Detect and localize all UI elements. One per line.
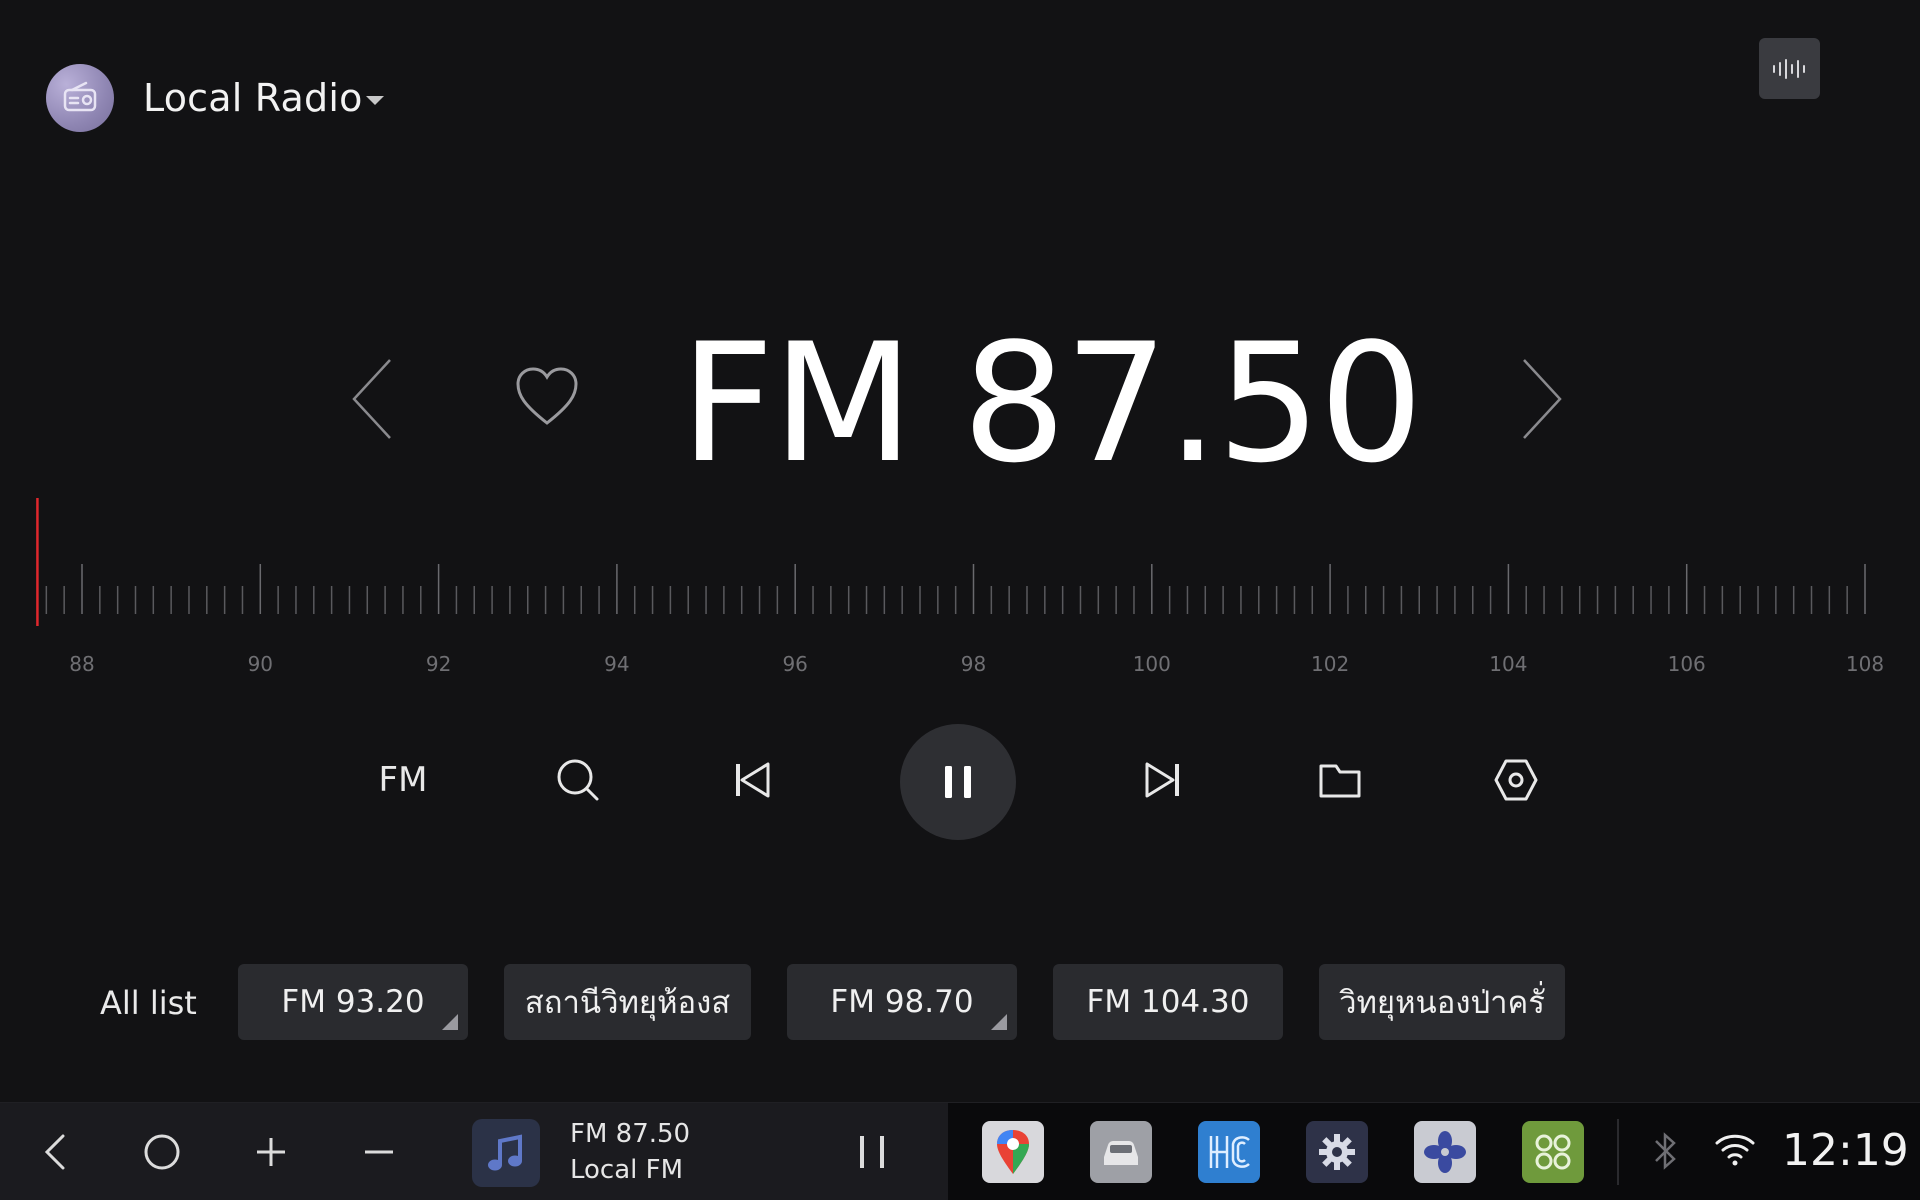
folder-icon	[1319, 764, 1361, 798]
preset-list: All list FM 93.20 สถานีวิทยุห้องส FM 98.…	[0, 962, 1920, 1042]
band-toggle-button[interactable]: FM	[353, 720, 453, 840]
dial-label: 102	[1311, 652, 1350, 676]
pause-icon	[860, 1136, 884, 1168]
preset-label: วิทยุหนองป่าครั่	[1339, 985, 1545, 1021]
pause-button[interactable]	[900, 724, 1016, 840]
next-station-arrow-icon[interactable]	[1520, 358, 1564, 444]
now-playing-subtitle: Local FM	[570, 1155, 684, 1185]
dock-left-panel: FM 87.50 Local FM	[0, 1103, 948, 1200]
back-arrow-icon	[44, 1134, 65, 1170]
dial-label: 88	[69, 652, 95, 676]
wifi-icon[interactable]	[1714, 1131, 1756, 1171]
dial-label: 92	[425, 652, 452, 676]
status-clock: 12:19	[1782, 1125, 1909, 1176]
preset-station-1[interactable]: FM 93.20	[238, 964, 468, 1040]
preset-station-4[interactable]: FM 104.30	[1053, 964, 1283, 1040]
skip-next-icon	[1145, 762, 1179, 798]
volume-up-button[interactable]	[231, 1103, 311, 1200]
dial-label: 96	[782, 652, 808, 676]
previous-button[interactable]	[702, 720, 802, 840]
search-icon	[557, 759, 599, 801]
settings-app-icon[interactable]	[1306, 1121, 1368, 1183]
dial-label: 100	[1132, 652, 1171, 676]
hexagon-settings-icon	[1494, 759, 1538, 801]
music-note-icon	[488, 1134, 522, 1171]
dial-label: 90	[247, 652, 274, 676]
folder-button[interactable]	[1290, 720, 1390, 840]
top-bar: Local Radio	[0, 0, 1920, 200]
preset-label: สถานีวิทยุห้องส	[524, 985, 731, 1021]
pause-icon	[945, 766, 971, 798]
preset-label: FM 98.70	[830, 984, 974, 1020]
preset-station-5[interactable]: วิทยุหนองป่าครั่	[1319, 964, 1565, 1040]
settings-button[interactable]	[1466, 720, 1566, 840]
source-title[interactable]: Local Radio	[143, 76, 363, 120]
preset-station-3[interactable]: FM 98.70	[787, 964, 1017, 1040]
dock-right-panel: 12:19	[948, 1103, 1920, 1200]
fan-app-icon[interactable]	[1414, 1121, 1476, 1183]
home-circle-icon	[144, 1134, 180, 1170]
current-frequency: FM 87.50	[680, 308, 1423, 499]
source-dropdown-caret-icon[interactable]	[366, 96, 384, 105]
frequency-row: FM 87.50	[0, 300, 1920, 500]
bluetooth-icon[interactable]	[1652, 1129, 1680, 1177]
now-playing-title: FM 87.50	[570, 1119, 691, 1149]
preset-label: FM 93.20	[281, 984, 425, 1020]
preset-corner-indicator	[991, 1014, 1007, 1030]
bottom-dock: FM 87.50 Local FM 12:19	[0, 1102, 1920, 1200]
skip-previous-icon	[736, 762, 770, 798]
preset-label: FM 104.30	[1086, 984, 1250, 1020]
dial-label: 104	[1489, 652, 1528, 676]
next-button[interactable]	[1113, 720, 1213, 840]
minus-icon	[365, 1150, 393, 1154]
car-app-icon[interactable]	[1090, 1121, 1152, 1183]
all-list-link[interactable]: All list	[100, 984, 197, 1022]
preset-corner-indicator	[442, 1014, 458, 1030]
dial-label: 106	[1667, 652, 1706, 676]
dial-label: 98	[960, 652, 987, 676]
search-button[interactable]	[528, 720, 628, 840]
dial-label: 108	[1845, 652, 1885, 676]
previous-station-arrow-icon[interactable]	[350, 358, 394, 444]
equalizer-button[interactable]	[1759, 38, 1820, 99]
now-playing-artwork[interactable]	[472, 1119, 540, 1187]
playback-controls: FM	[0, 720, 1920, 840]
preset-station-2[interactable]: สถานีวิทยุห้องส	[504, 964, 751, 1040]
radio-source-icon[interactable]	[46, 64, 114, 132]
favorite-heart-icon[interactable]	[514, 365, 580, 431]
equalizer-icon	[1772, 58, 1805, 79]
apps-grid-icon[interactable]	[1522, 1121, 1584, 1183]
maps-app-icon[interactable]	[982, 1121, 1044, 1183]
volume-down-button[interactable]	[339, 1103, 419, 1200]
plus-icon	[257, 1138, 285, 1166]
dock-divider	[1617, 1119, 1619, 1185]
hc-app-icon[interactable]	[1198, 1121, 1260, 1183]
dial-label: 94	[604, 652, 630, 676]
tuning-dial-scale[interactable]	[0, 490, 1920, 640]
back-button[interactable]	[16, 1103, 96, 1200]
home-button[interactable]	[122, 1103, 202, 1200]
tuning-dial[interactable]: 88 90 92 94 96 98 100 102 104 106 108	[0, 490, 1920, 680]
now-playing-pause-button[interactable]	[850, 1103, 894, 1200]
